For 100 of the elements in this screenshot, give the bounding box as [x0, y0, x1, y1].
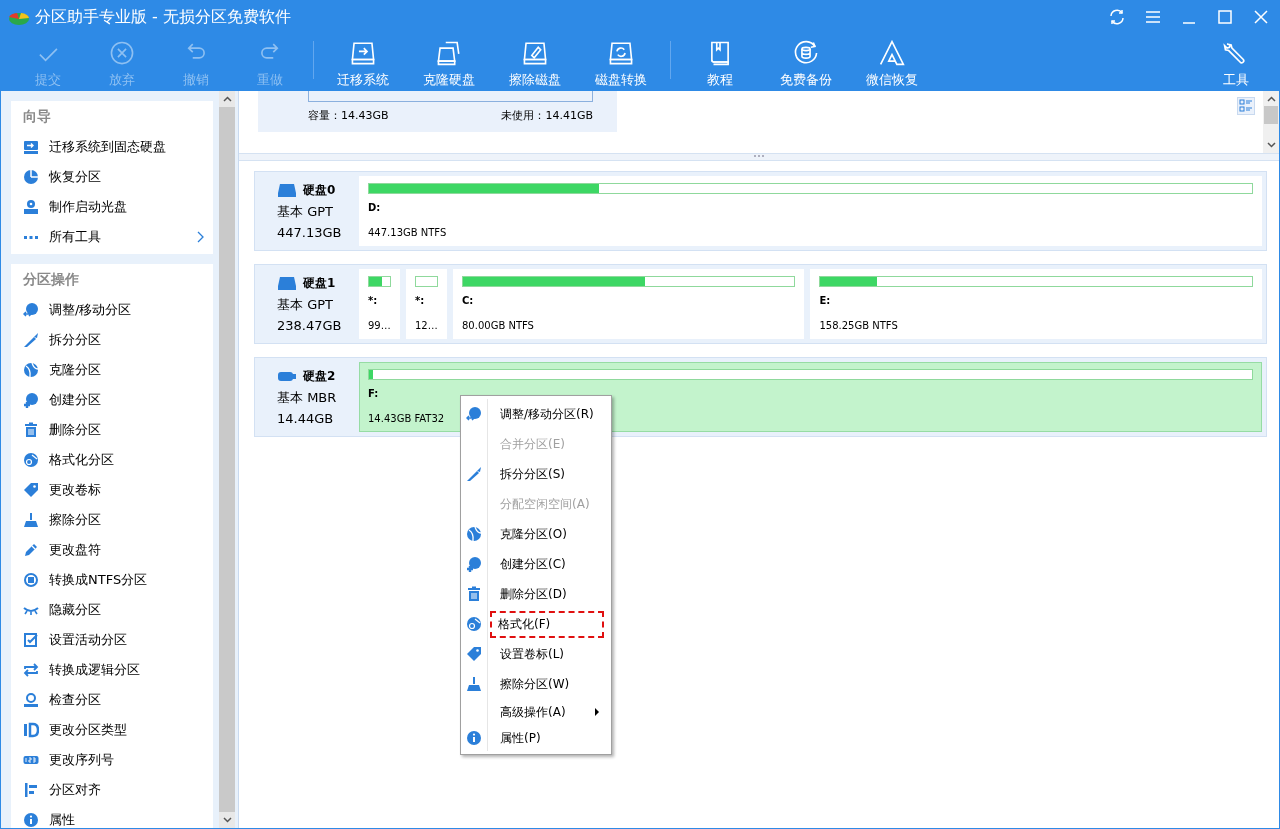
- menu-item[interactable]: 格式化(F): [490, 610, 604, 638]
- globe-icon: [466, 616, 482, 632]
- globe-icon: [466, 526, 482, 542]
- two-drives-icon: [436, 40, 462, 66]
- menu-item[interactable]: 高级操作(A): [494, 699, 611, 725]
- globe-plus-icon: [23, 392, 39, 408]
- drive-sync-icon: [608, 40, 634, 66]
- sidebar-item[interactable]: 调整/移动分区: [11, 295, 213, 325]
- partition-block[interactable]: C: 80.00GB NTFS: [453, 269, 805, 339]
- chevron-right-icon: [197, 231, 205, 243]
- toolbar-button[interactable]: 免费备份: [763, 33, 849, 91]
- partition-info: 12…: [415, 320, 438, 331]
- sidebar-item[interactable]: 分区对齐: [11, 775, 213, 805]
- menu-item[interactable]: 属性(P): [494, 725, 611, 751]
- window-title: 分区助手专业版 - 无损分区免费软件: [35, 6, 292, 28]
- disk-row[interactable]: 硬盘1 基本 GPT 238.47GB *: 99… *: 12… C: 80.00GB NTFS E: 158.25GB NTFS: [254, 264, 1267, 344]
- info-icon: [466, 730, 482, 746]
- partition-label: E:: [819, 295, 831, 306]
- partition-label: *:: [368, 295, 378, 306]
- disk-type: 基本 GPT: [277, 296, 334, 314]
- disk-row[interactable]: 硬盘0 基本 GPT 447.13GB D: 447.13GB NTFS: [254, 171, 1267, 251]
- search-drive-icon: [23, 692, 39, 708]
- scrollbar[interactable]: [1263, 91, 1279, 153]
- sidebar-item[interactable]: 设置活动分区: [11, 625, 213, 655]
- partition-block[interactable]: *: 12…: [406, 269, 447, 339]
- id-icon: [23, 722, 39, 738]
- sidebar-item[interactable]: 格式化分区: [11, 445, 213, 475]
- broom-icon: [466, 676, 482, 692]
- menu-item[interactable]: 创建分区(C): [494, 551, 611, 577]
- sidebar-item[interactable]: 更改序列号: [11, 745, 213, 775]
- usage-bar: [368, 276, 391, 287]
- partition-label: F:: [368, 388, 379, 399]
- sidebar-item[interactable]: 检查分区: [11, 685, 213, 715]
- scrollbar[interactable]: [219, 91, 235, 828]
- close-icon[interactable]: [1252, 8, 1270, 26]
- broom-icon: [23, 512, 39, 528]
- sidebar-item[interactable]: 更改卷标: [11, 475, 213, 505]
- toolbar-button[interactable]: 磁盘转换: [578, 33, 664, 91]
- swap-arrows-icon: [23, 662, 39, 678]
- scroll-up-icon: [1266, 96, 1276, 102]
- hard-drive-icon: [277, 276, 297, 291]
- toolbar-button[interactable]: 擦除磁盘: [492, 33, 578, 91]
- disc-drive-icon: [23, 199, 39, 215]
- globe-plus-icon: [466, 556, 482, 572]
- view-toggle-icon[interactable]: [1237, 97, 1255, 115]
- disk-name: 硬盘2: [303, 368, 336, 385]
- scroll-up-icon: [222, 96, 232, 102]
- toolbar-button[interactable]: 工具: [1193, 33, 1279, 91]
- partition-label: *:: [415, 295, 425, 306]
- sidebar-item[interactable]: 克隆分区: [11, 355, 213, 385]
- menu-item[interactable]: 克隆分区(O): [494, 521, 611, 547]
- menu-item[interactable]: 删除分区(D): [494, 581, 611, 607]
- pencil-icon: [23, 542, 39, 558]
- sync-icon[interactable]: [1108, 8, 1126, 26]
- sidebar-item[interactable]: 转换成逻辑分区: [11, 655, 213, 685]
- partition-block[interactable]: D: 447.13GB NTFS: [359, 176, 1262, 246]
- partition-block[interactable]: E: 158.25GB NTFS: [810, 269, 1262, 339]
- drive-eraser-icon: [522, 40, 548, 66]
- database-icon: [793, 40, 819, 66]
- toolbar-button[interactable]: 迁移系统: [320, 33, 406, 91]
- menu-icon[interactable]: [1144, 8, 1162, 26]
- sidebar-item[interactable]: 拆分分区: [11, 325, 213, 355]
- globe-icon: [23, 452, 39, 468]
- scroll-down-icon: [1266, 142, 1276, 148]
- menu-item[interactable]: 拆分分区(S): [494, 461, 611, 487]
- trash-icon: [23, 422, 39, 438]
- unused-text: 未使用：14.41GB: [501, 108, 593, 123]
- toolbar-button[interactable]: 克隆硬盘: [406, 33, 492, 91]
- menu-item[interactable]: 设置卷标(L): [494, 641, 611, 667]
- disk-type: 基本 MBR: [277, 389, 338, 407]
- sidebar-item[interactable]: 更改盘符: [11, 535, 213, 565]
- sidebar-item[interactable]: 恢复分区: [11, 162, 213, 192]
- maximize-icon[interactable]: [1216, 8, 1234, 26]
- sidebar-item[interactable]: 创建分区: [11, 385, 213, 415]
- sidebar-item[interactable]: 隐藏分区: [11, 595, 213, 625]
- sidebar-item[interactable]: 转换成NTFS分区: [11, 565, 213, 595]
- cancel-icon: [109, 40, 135, 66]
- sidebar-item[interactable]: 迁移系统到固态硬盘: [11, 132, 213, 162]
- sidebar-item[interactable]: 制作启动光盘: [11, 192, 213, 222]
- globe-arrows-icon: [466, 406, 482, 422]
- partition-block[interactable]: *: 99…: [359, 269, 400, 339]
- sidebar-item[interactable]: 擦除分区: [11, 505, 213, 535]
- toolbar-button[interactable]: 微信恢复: [849, 33, 935, 91]
- knife-icon: [23, 332, 39, 348]
- partition-info: 14.43GB FAT32: [368, 413, 445, 424]
- tag-icon: [466, 646, 482, 662]
- menu-item[interactable]: 擦除分区(W): [494, 671, 611, 697]
- pie-chart-icon: [23, 169, 39, 185]
- globe-arrows-icon: [23, 302, 39, 318]
- sidebar-item[interactable]: 更改分区类型: [11, 715, 213, 745]
- sidebar-item[interactable]: 属性: [11, 805, 213, 828]
- partition-label: D:: [368, 202, 381, 213]
- knife-icon: [466, 466, 482, 482]
- sidebar-item[interactable]: 删除分区: [11, 415, 213, 445]
- globe-icon: [23, 362, 39, 378]
- sidebar-item[interactable]: 所有工具: [11, 222, 213, 252]
- section-title: 分区操作: [22, 270, 80, 289]
- toolbar-button[interactable]: 教程: [677, 33, 763, 91]
- disk-size: 447.13GB: [277, 225, 343, 240]
- menu-item[interactable]: 调整/移动分区(R): [494, 401, 611, 427]
